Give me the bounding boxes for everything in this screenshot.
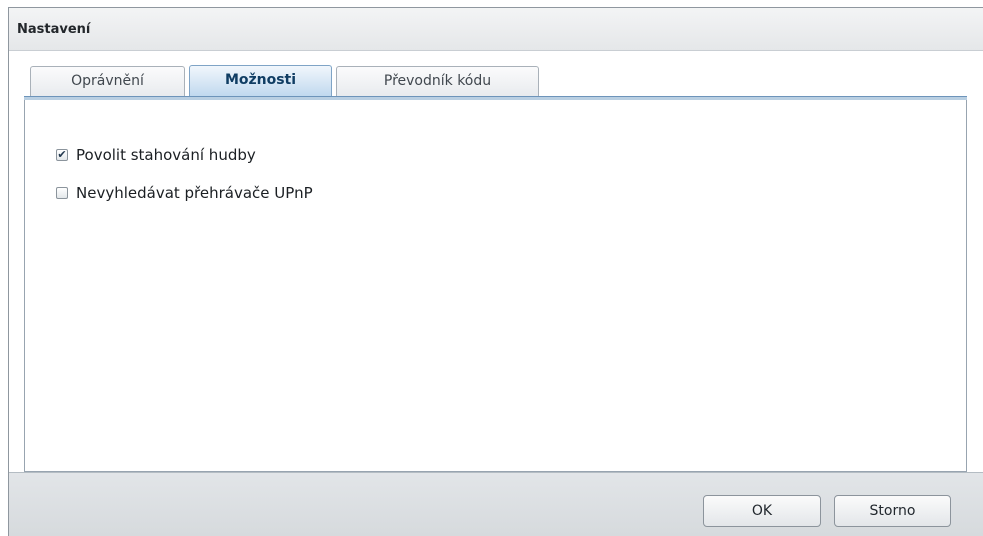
allow-music-download-label: Povolit stahování hudby xyxy=(76,146,256,164)
tab-code-converter[interactable]: Převodník kódu xyxy=(336,66,539,96)
option-no-upnp-search[interactable]: Nevyhledávat přehrávače UPnP xyxy=(56,184,313,202)
cancel-button[interactable]: Storno xyxy=(834,495,951,527)
settings-dialog: Nastavení Oprávnění Možnosti Převodník k… xyxy=(8,7,983,536)
no-upnp-search-label: Nevyhledávat přehrávače UPnP xyxy=(76,184,313,202)
options-panel: ✔ Povolit stahování hudby Nevyhledávat p… xyxy=(24,100,967,472)
title-bar: Nastavení xyxy=(9,8,983,51)
allow-music-download-checkbox[interactable]: ✔ xyxy=(56,149,68,161)
tab-strip: Oprávnění Možnosti Převodník kódu xyxy=(9,51,983,103)
no-upnp-search-checkbox[interactable] xyxy=(56,187,68,199)
dialog-body: Oprávnění Možnosti Převodník kódu ✔ Povo… xyxy=(9,51,983,472)
dialog-title: Nastavení xyxy=(17,22,91,37)
tab-permissions[interactable]: Oprávnění xyxy=(30,66,185,96)
tab-options[interactable]: Možnosti xyxy=(189,65,332,97)
option-allow-music-download[interactable]: ✔ Povolit stahování hudby xyxy=(56,146,256,164)
ok-button[interactable]: OK xyxy=(703,495,821,527)
dialog-footer: OK Storno xyxy=(9,472,983,536)
